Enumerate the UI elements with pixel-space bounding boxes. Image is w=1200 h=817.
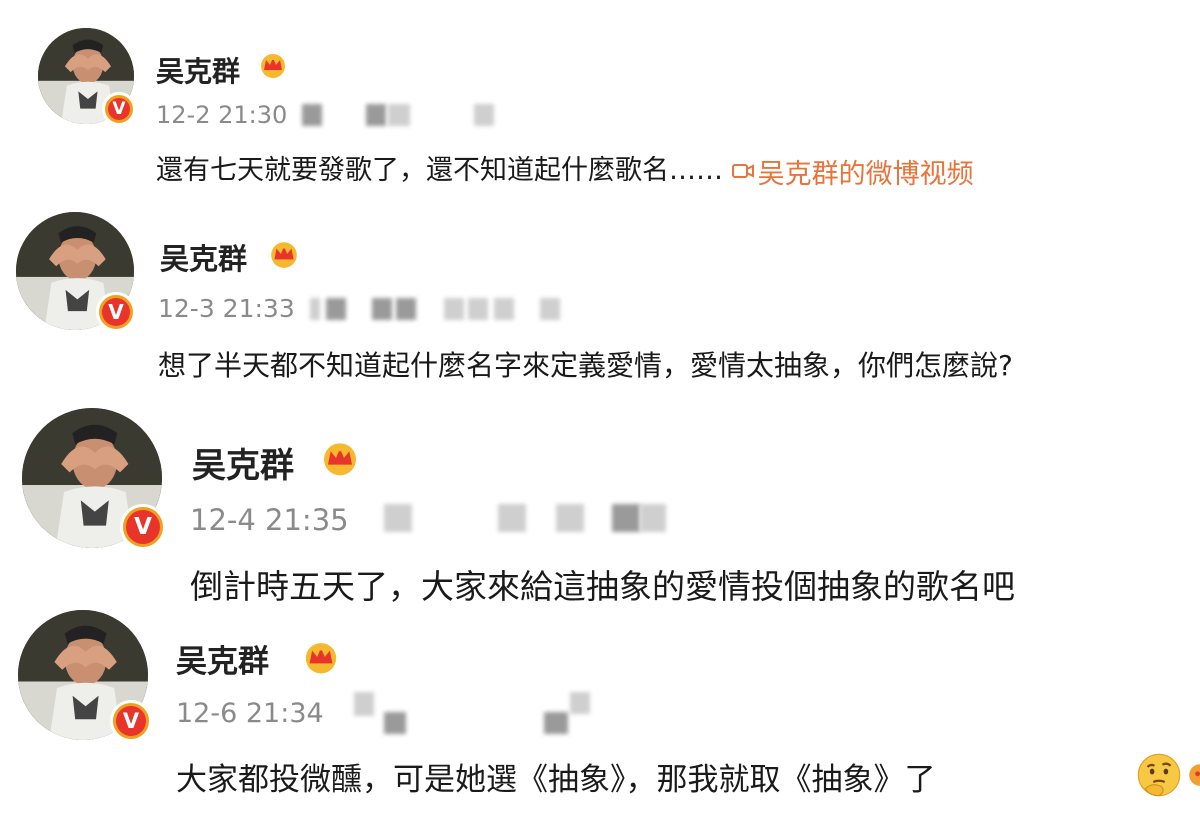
verified-v-icon: V [102, 92, 136, 126]
redacted-source [474, 104, 494, 126]
post-text: 想了半天都不知道起什麼名字來定義愛情，愛情太抽象，你們怎麼說? [158, 349, 1013, 382]
video-link[interactable]: 吴克群的微博视频 [731, 152, 974, 191]
avatar[interactable]: V [38, 28, 136, 126]
post-text: 大家都投微醺，可是她選《抽象》，那我就取《抽象》了 [176, 762, 936, 798]
redacted-source [366, 104, 386, 126]
crown-icon [261, 54, 285, 78]
weibo-post: V 吴克群 12-4 21:35 倒計時五天了，大家來給這抽象的愛情投個抽象的歌… [0, 400, 1200, 610]
post-timestamp: 12-6 21:34 [176, 698, 324, 729]
avatar[interactable]: V [16, 212, 136, 332]
redacted-source [556, 504, 584, 532]
redacted-source [498, 504, 526, 532]
username[interactable]: 吴克群 [176, 636, 269, 681]
verified-v-icon: V [96, 292, 136, 332]
video-link-label: 吴克群的微博视频 [757, 158, 974, 190]
crown-icon [305, 643, 337, 674]
post-timestamp: 12-4 21:35 [190, 503, 349, 537]
crown-icon [271, 242, 297, 268]
post-timestamp: 12-3 21:33 [158, 294, 295, 323]
thinking-emoji-icon [1137, 753, 1181, 797]
crown-icon [324, 443, 356, 476]
redacted-source [310, 298, 320, 320]
post-text: 倒計時五天了，大家來給這抽象的愛情投個抽象的歌名吧 [190, 567, 1015, 606]
redacted-source [570, 692, 590, 714]
weibo-post: V 吴克群 12-2 21:30 還有七天就要發歌了，還不知道起什麼歌名…… 吴… [0, 0, 1200, 200]
redacted-source [354, 692, 374, 716]
redacted-source [444, 298, 464, 320]
weibo-post: V 吴克群 12-3 21:33 想了半天都不知道起什麼名字來定義愛情，愛情太抽… [0, 200, 1200, 400]
username[interactable]: 吴克群 [156, 50, 240, 90]
weibo-post: V 吴克群 12-6 21:34 大家都投微醺，可是她選《抽象》，那我就取《抽象… [0, 610, 1200, 817]
verified-v-icon: V [120, 504, 166, 550]
post-timestamp: 12-2 21:30 [156, 101, 288, 129]
avatar[interactable]: V [22, 408, 166, 550]
post-text: 還有七天就要發歌了，還不知道起什麼歌名…… [156, 155, 723, 186]
post-content: 倒計時五天了，大家來給這抽象的愛情投個抽象的歌名吧 [190, 560, 1015, 608]
post-content: 還有七天就要發歌了，還不知道起什麼歌名…… 吴克群的微博视频 [156, 148, 974, 191]
redacted-source [494, 298, 514, 320]
username[interactable]: 吴克群 [192, 438, 294, 487]
redacted-source [388, 104, 410, 126]
video-icon [731, 164, 754, 178]
redacted-source [326, 298, 346, 320]
redacted-source [612, 504, 640, 532]
redacted-source [540, 298, 560, 320]
redacted-source [302, 104, 322, 126]
username[interactable]: 吴克群 [160, 236, 247, 278]
verified-v-icon: V [110, 700, 152, 742]
redacted-source [396, 298, 416, 320]
avatar[interactable]: V [18, 610, 152, 742]
redacted-source [640, 504, 666, 532]
redacted-source [384, 504, 412, 532]
redacted-source [544, 712, 568, 734]
post-content: 想了半天都不知道起什麼名字來定義愛情，愛情太抽象，你們怎麼說? [158, 344, 1013, 384]
redacted-source [372, 298, 392, 320]
partial-emoji-icon [1189, 764, 1200, 786]
post-content: 大家都投微醺，可是她選《抽象》，那我就取《抽象》了 [176, 754, 936, 799]
redacted-source [384, 712, 406, 734]
redacted-source [468, 298, 488, 320]
